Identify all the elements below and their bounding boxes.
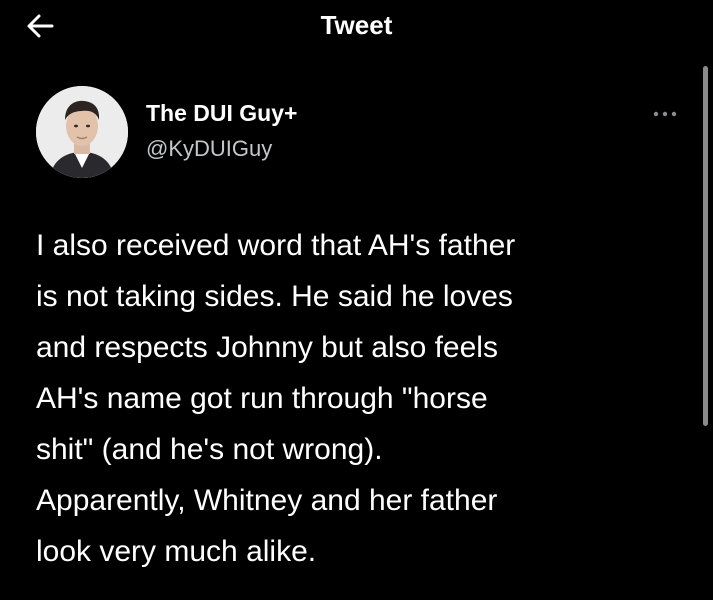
avatar[interactable]	[36, 86, 128, 178]
author-display-name[interactable]: The DUI Guy+	[146, 100, 297, 127]
more-options-icon	[653, 111, 677, 117]
page-title: Tweet	[320, 10, 393, 40]
tweet-text: I also received word that AH's father is…	[36, 220, 676, 577]
author-handle[interactable]: @KyDUIGuy	[146, 136, 272, 162]
tweet-line: AH's name got run through "horse	[36, 382, 488, 415]
scrollbar[interactable]	[703, 66, 708, 426]
avatar-photo	[36, 86, 128, 178]
tweet-line: look very much alike.	[36, 535, 317, 568]
tweet-author: The DUI Guy+ @KyDUIGuy	[36, 86, 676, 182]
top-bar: Tweet	[0, 0, 713, 52]
tweet-line: and respects Johnny but also feels	[36, 331, 498, 364]
tweet-line: shit" (and he's not wrong).	[36, 433, 383, 466]
more-options-button[interactable]	[650, 104, 680, 124]
tweet-line: Apparently, Whitney and her father	[36, 484, 498, 517]
tweet-line: is not taking sides. He said he loves	[36, 280, 513, 313]
tweet-line: I also received word that AH's father	[36, 229, 516, 262]
